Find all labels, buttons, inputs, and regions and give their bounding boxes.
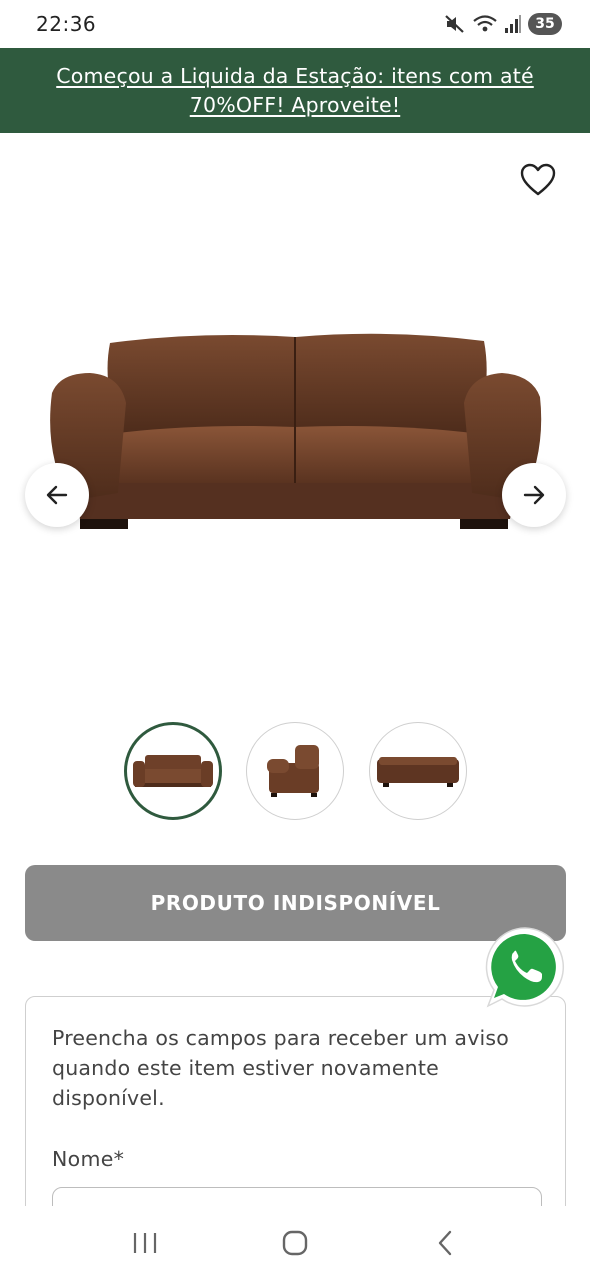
thumbnail-front[interactable] bbox=[124, 722, 222, 820]
sofa-image bbox=[50, 333, 542, 529]
signal-icon bbox=[504, 14, 522, 34]
status-icons: 35 bbox=[444, 13, 562, 35]
wifi-icon bbox=[472, 14, 498, 34]
gallery-thumbnails bbox=[0, 722, 590, 822]
status-time: 22:36 bbox=[36, 12, 97, 36]
status-bar: 22:36 35 bbox=[0, 0, 590, 48]
gallery-next-button[interactable] bbox=[502, 463, 566, 527]
whatsapp-icon bbox=[485, 927, 564, 1008]
mute-icon bbox=[444, 14, 466, 34]
recent-apps-icon bbox=[133, 1233, 157, 1253]
product-gallery bbox=[0, 133, 590, 713]
gallery-prev-button[interactable] bbox=[25, 463, 89, 527]
system-nav-bar bbox=[0, 1206, 590, 1280]
arrow-left-icon bbox=[46, 485, 68, 505]
promo-link[interactable]: Começou a Liquida da Estação: itens com … bbox=[20, 62, 570, 120]
name-label: Nome* bbox=[52, 1147, 125, 1171]
sofa-front-thumb-image bbox=[133, 755, 213, 787]
favorite-button[interactable] bbox=[520, 163, 556, 197]
arrow-right-icon bbox=[523, 485, 545, 505]
back-icon bbox=[438, 1230, 452, 1256]
battery-icon: 35 bbox=[528, 13, 562, 35]
sofa-side-thumb-image bbox=[267, 745, 319, 797]
notify-description: Preencha os campos para receber um aviso… bbox=[52, 1026, 510, 1110]
home-icon bbox=[282, 1230, 308, 1256]
thumbnail-side[interactable] bbox=[246, 722, 344, 820]
promo-banner[interactable]: Começou a Liquida da Estação: itens com … bbox=[0, 48, 590, 133]
home-button[interactable] bbox=[265, 1213, 325, 1273]
back-button[interactable] bbox=[415, 1213, 475, 1273]
sofa-back-thumb-image bbox=[377, 757, 459, 787]
recent-apps-button[interactable] bbox=[115, 1213, 175, 1273]
whatsapp-button[interactable] bbox=[482, 924, 568, 1010]
heart-outline-icon bbox=[520, 163, 556, 196]
thumbnail-back[interactable] bbox=[369, 722, 467, 820]
